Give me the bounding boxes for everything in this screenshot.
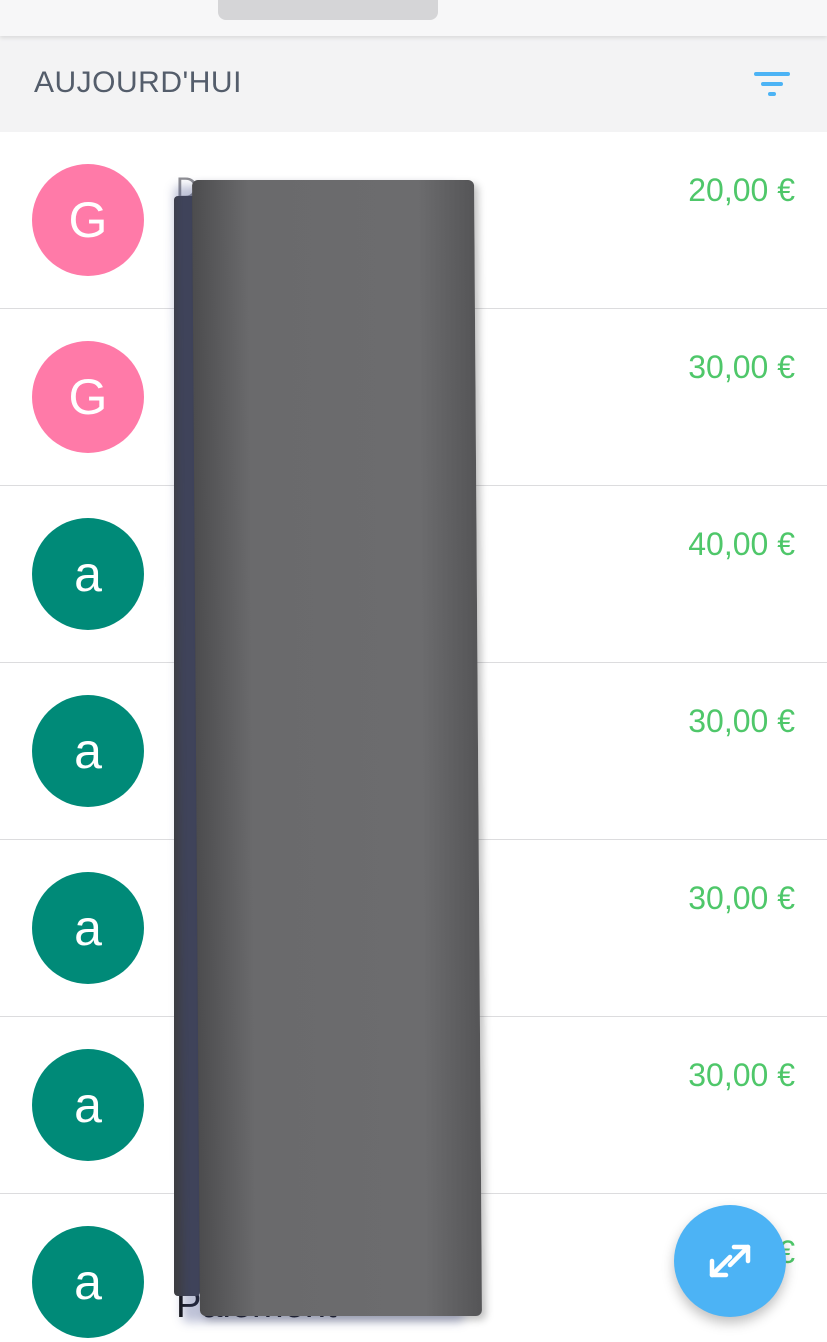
avatar: a — [32, 518, 144, 630]
avatar: G — [32, 341, 144, 453]
avatar: a — [32, 1049, 144, 1161]
occluding-object — [192, 180, 482, 1316]
filter-icon — [754, 72, 790, 96]
transaction-amount: 30,00 € — [688, 349, 795, 385]
avatar: a — [32, 872, 144, 984]
section-title: AUJOURD'HUI — [34, 66, 242, 99]
top-tab-bar — [0, 0, 827, 36]
transaction-amount: 30,00 € — [688, 880, 795, 916]
avatar: a — [32, 1226, 144, 1338]
transaction-amount: 40,00 € — [688, 526, 795, 562]
transaction-amount: 30,00 € — [688, 703, 795, 739]
tab-active[interactable] — [218, 0, 438, 20]
avatar: a — [32, 695, 144, 807]
tab-inactive[interactable] — [90, 0, 180, 10]
transaction-amount: 30,00 € — [688, 1057, 795, 1093]
transaction-amount: 20,00 € — [688, 172, 795, 208]
filter-button[interactable] — [744, 62, 800, 106]
avatar: G — [32, 164, 144, 276]
transfer-fab-button[interactable] — [674, 1205, 786, 1317]
swap-arrows-icon — [709, 1244, 751, 1278]
